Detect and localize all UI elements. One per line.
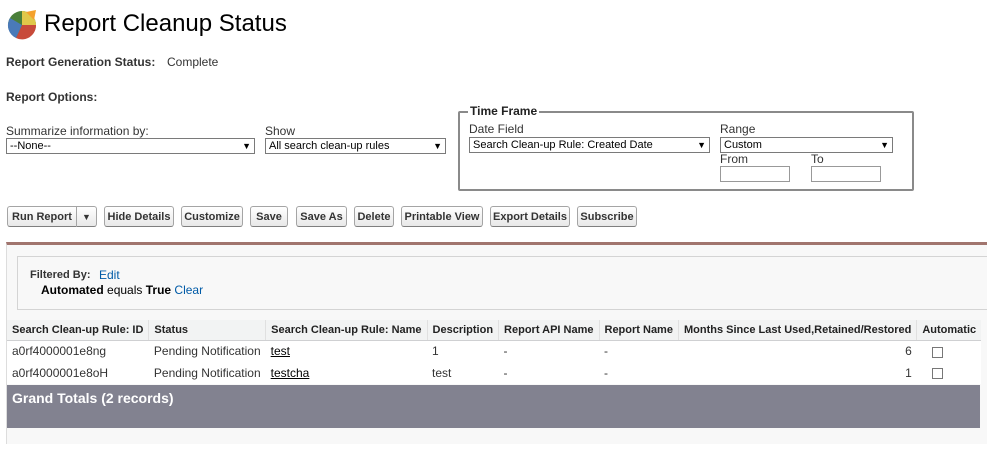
filtered-by-label: Filtered By: [30,269,91,281]
report-status-value: Complete [167,55,219,69]
from-date-input[interactable] [720,166,790,182]
to-label: To [811,152,824,166]
grand-totals-row: Grand Totals (2 records) [7,385,980,428]
date-field-select[interactable]: Search Clean-up Rule: Created Date ▼ [469,137,710,153]
column-header-status[interactable]: Status [148,320,267,341]
table-row: a0rf4000001e8ng Pending Notification tes… [7,340,982,362]
subscribe-button[interactable]: Subscribe [577,206,637,227]
table-row: a0rf4000001e8oH Pending Notification tes… [7,362,982,384]
column-header-months[interactable]: Months Since Last Used,Retained/Restored [678,320,918,341]
column-header-report-api-name[interactable]: Report API Name [498,320,600,341]
column-header-description[interactable]: Description [427,320,500,341]
date-field-select-value: Search Clean-up Rule: Created Date [473,139,653,151]
filter-value: True [145,283,172,297]
table-header-row: Search Clean-up Rule: ID Status Search C… [7,320,982,341]
date-field-label: Date Field [469,122,524,136]
summarize-select[interactable]: --None-- ▼ [6,138,255,154]
chevron-down-icon: ▼ [697,140,706,150]
column-header-id[interactable]: Search Clean-up Rule: ID [7,320,150,341]
save-as-button[interactable]: Save As [296,206,347,227]
export-details-button[interactable]: Export Details [490,206,570,227]
customize-button[interactable]: Customize [181,206,243,227]
column-header-report-name[interactable]: Report Name [599,320,679,341]
run-report-split-button: Run Report ▼ [7,206,97,227]
run-report-button[interactable]: Run Report [7,206,77,227]
show-select-value: All search clean-up rules [269,140,390,152]
cell-report-api-name: - [498,362,599,384]
automatic-checkbox [931,368,943,380]
cell-report-name: - [599,362,679,384]
save-button[interactable]: Save [250,206,288,227]
cell-id: a0rf4000001e8oH [7,362,149,384]
chevron-down-icon: ▼ [880,140,889,150]
show-label: Show [265,124,296,138]
show-select[interactable]: All search clean-up rules ▼ [265,138,446,154]
cell-report-api-name: - [498,340,599,362]
edit-filter-link[interactable]: Edit [99,268,120,282]
to-date-input[interactable] [811,166,881,182]
automatic-checkbox [931,346,943,358]
page-title: Report Cleanup Status [44,10,287,37]
rule-name-link[interactable]: testcha [271,366,310,380]
time-frame-legend: Time Frame [468,104,540,118]
from-label: From [720,152,748,166]
run-report-menu-button[interactable]: ▼ [77,206,97,227]
column-header-name[interactable]: Search Clean-up Rule: Name [265,320,428,341]
printable-view-button[interactable]: Printable View [401,206,483,227]
cell-status: Pending Notification [148,362,266,384]
cell-months: 6 [678,340,917,362]
range-select[interactable]: Custom ▼ [720,137,893,153]
filter-criteria: Automated equals True Clear [41,283,203,297]
report-pie-icon [7,10,37,40]
hide-details-button[interactable]: Hide Details [104,206,174,227]
delete-button[interactable]: Delete [354,206,394,227]
cell-description: test [427,362,499,384]
report-options-label: Report Options: [6,90,98,104]
range-select-value: Custom [724,139,762,151]
cell-status: Pending Notification [148,340,266,362]
summarize-select-value: --None-- [10,140,51,152]
report-table: Search Clean-up Rule: ID Status Search C… [7,320,982,384]
cell-description: 1 [427,340,499,362]
filter-field: Automated [41,283,104,297]
filter-operator: equals [107,283,143,297]
column-header-automatic[interactable]: Automatic [916,320,982,341]
cell-report-name: - [599,340,679,362]
cell-id: a0rf4000001e8ng [7,340,149,362]
rule-name-link[interactable]: test [271,344,290,358]
chevron-down-icon: ▼ [242,141,251,151]
range-label: Range [720,122,756,136]
summarize-label: Summarize information by: [6,124,149,138]
report-status-label: Report Generation Status: [6,55,156,69]
clear-filter-link[interactable]: Clear [174,283,203,297]
cell-months: 1 [678,362,917,384]
chevron-down-icon: ▼ [433,141,442,151]
